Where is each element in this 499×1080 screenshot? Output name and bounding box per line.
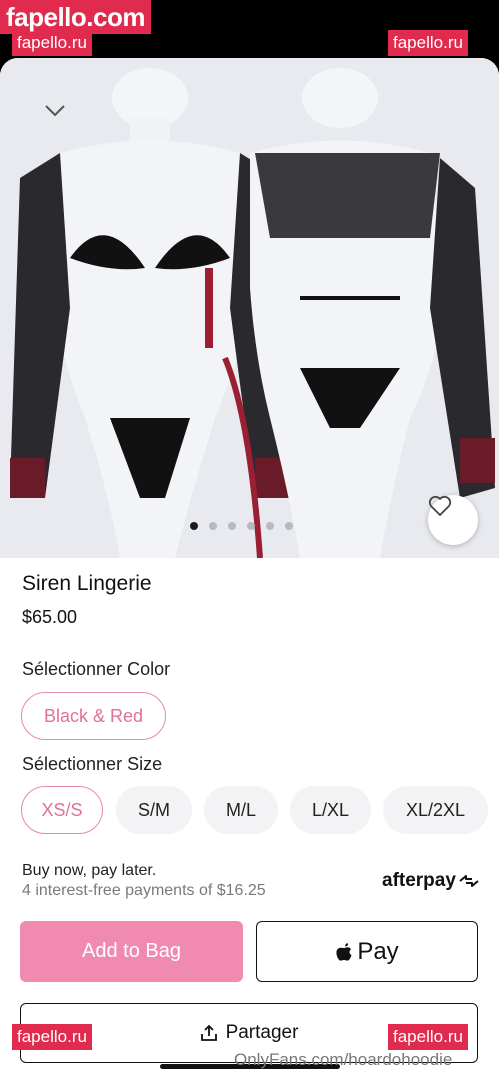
pagination-dot[interactable] (285, 522, 293, 530)
apple-logo-icon (336, 942, 352, 961)
size-option-m-l[interactable]: M/L (204, 786, 278, 834)
product-price: $65.00 (22, 607, 78, 627)
pagination-dot[interactable] (209, 522, 217, 530)
product-image-gallery[interactable] (0, 58, 499, 558)
favorite-button[interactable] (428, 495, 478, 545)
size-label: Sélectionner Size (22, 754, 163, 774)
bnpl-headline: Buy now, pay later. (22, 862, 157, 879)
top-watermark: fapello.com (0, 0, 151, 34)
product-sheet: Siren Lingerie $65.00 Sélectionner Color… (0, 58, 499, 1080)
product-title: Siren Lingerie (22, 572, 152, 595)
afterpay-arrows-icon (459, 875, 479, 887)
share-label: Partager (225, 1022, 299, 1043)
watermark-tag-bottom-right: fapello.ru (388, 1024, 468, 1050)
heart-icon (428, 495, 452, 516)
add-to-bag-button[interactable]: Add to Bag (20, 921, 243, 982)
collapse-chevron-icon[interactable] (40, 100, 70, 122)
product-image (0, 58, 499, 558)
pagination-dot[interactable] (266, 522, 274, 530)
bnpl-installments: 4 interest-free payments of $16.25 (22, 882, 266, 899)
watermark-tag-top-right: fapello.ru (388, 30, 468, 56)
pagination-dot[interactable] (247, 522, 255, 530)
size-option-s-m[interactable]: S/M (116, 786, 192, 834)
afterpay-logo[interactable]: afterpay (382, 870, 480, 892)
color-label: Sélectionner Color (22, 659, 171, 679)
pagination-dot[interactable] (228, 522, 236, 530)
share-icon (200, 1024, 217, 1041)
onlyfans-watermark: OnlyFans.com/hoardohoodie (234, 1050, 453, 1069)
size-option-xs-s[interactable]: XS/S (21, 786, 103, 834)
afterpay-wordmark: afterpay (382, 870, 456, 891)
pagination-dot[interactable] (190, 522, 198, 530)
color-option-black-red[interactable]: Black & Red (21, 692, 166, 740)
apple-pay-label: Pay (357, 937, 399, 965)
size-option-l-xl[interactable]: L/XL (290, 786, 371, 834)
apple-pay-button[interactable]: Pay (256, 921, 478, 982)
size-option-xl-2xl[interactable]: XL/2XL (383, 786, 488, 834)
gallery-pagination[interactable] (190, 522, 293, 530)
watermark-tag-bottom-left: fapello.ru (12, 1024, 92, 1050)
